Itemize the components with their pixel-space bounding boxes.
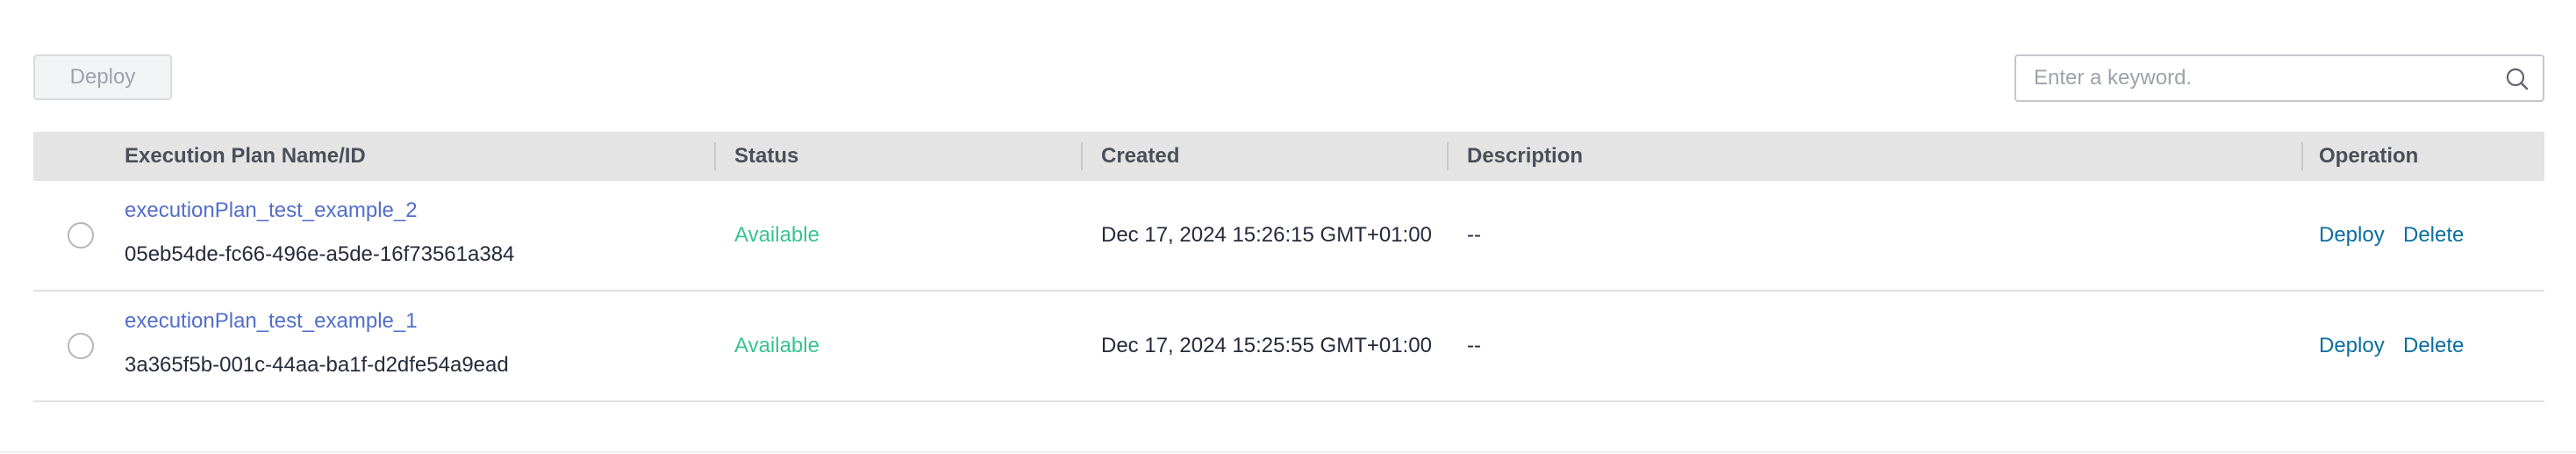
column-header-created: Created bbox=[1101, 144, 1180, 168]
row-deploy-link[interactable]: Deploy bbox=[2319, 334, 2385, 358]
column-header-description: Description bbox=[1467, 144, 1584, 168]
execution-plan-name-link[interactable]: executionPlan_test_example_2 bbox=[125, 198, 418, 223]
column-header-status: Status bbox=[734, 144, 799, 168]
column-divider bbox=[2301, 142, 2303, 170]
column-divider bbox=[714, 142, 716, 170]
execution-plan-name-link[interactable]: executionPlan_test_example_1 bbox=[125, 309, 418, 334]
row-delete-link[interactable]: Delete bbox=[2403, 334, 2464, 358]
created-time: Dec 17, 2024 15:25:55 GMT+01:00 bbox=[1101, 334, 1432, 357]
column-divider bbox=[1081, 142, 1083, 170]
row-select-radio[interactable] bbox=[68, 333, 94, 359]
row-deploy-link[interactable]: Deploy bbox=[2319, 223, 2385, 248]
execution-plan-id: 3a365f5b-001c-44aa-ba1f-d2dfe54a9ead bbox=[125, 353, 509, 377]
search-input[interactable] bbox=[2034, 56, 2490, 100]
execution-plan-table: Execution Plan Name/ID Status Created De… bbox=[33, 132, 2544, 402]
table-row: executionPlan_test_example_1 3a365f5b-00… bbox=[33, 292, 2544, 402]
toolbar: Deploy bbox=[33, 54, 2544, 104]
status-text: Available bbox=[734, 334, 819, 357]
page-bottom-divider bbox=[0, 451, 2576, 453]
row-select-radio[interactable] bbox=[68, 222, 94, 249]
column-header-operation: Operation bbox=[2319, 144, 2419, 168]
created-time: Dec 17, 2024 15:26:15 GMT+01:00 bbox=[1101, 223, 1432, 247]
deploy-button[interactable]: Deploy bbox=[33, 54, 172, 100]
execution-plan-id: 05eb54de-fc66-496e-a5de-16f73561a384 bbox=[125, 242, 515, 266]
description-text: -- bbox=[1467, 334, 1481, 357]
row-delete-link[interactable]: Delete bbox=[2403, 223, 2464, 248]
status-text: Available bbox=[734, 223, 819, 247]
search-box[interactable] bbox=[2014, 54, 2544, 102]
column-header-name: Execution Plan Name/ID bbox=[125, 144, 366, 168]
table-row: executionPlan_test_example_2 05eb54de-fc… bbox=[33, 181, 2544, 292]
execution-plan-page: Deploy Execution Plan Name/ID Status Cre… bbox=[0, 0, 2576, 454]
description-text: -- bbox=[1467, 223, 1481, 247]
column-divider bbox=[1447, 142, 1449, 170]
search-icon[interactable] bbox=[2504, 66, 2530, 92]
table-header: Execution Plan Name/ID Status Created De… bbox=[33, 132, 2544, 181]
